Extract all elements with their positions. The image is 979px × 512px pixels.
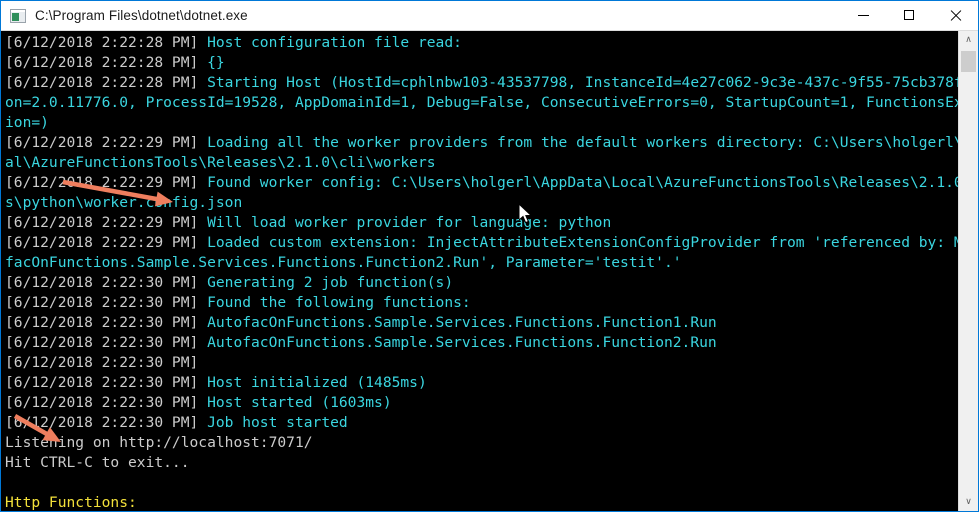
log-message: Loading all the worker providers from th… (207, 134, 958, 151)
maximize-button[interactable] (886, 1, 932, 30)
log-message: Host configuration file read: (207, 34, 462, 51)
log-message: Host initialized (1485ms) (207, 374, 427, 391)
title-bar: C:\Program Files\dotnet\dotnet.exe (1, 1, 978, 31)
console-line: [6/12/2018 2:22:29 PM] Loading all the w… (5, 133, 958, 153)
console-plain-text: Listening on http://localhost:7071/ (5, 434, 313, 451)
log-message: Found worker config: C:\Users\holgerl\Ap… (207, 174, 958, 191)
log-message: Job host started (207, 414, 348, 431)
log-timestamp: [6/12/2018 2:22:30 PM] (5, 314, 208, 331)
console-line-list: [6/12/2018 2:22:28 PM] Host configuratio… (5, 33, 958, 511)
log-timestamp: [6/12/2018 2:22:29 PM] (5, 234, 208, 251)
log-message: al\AzureFunctionsTools\Releases\2.1.0\cl… (5, 154, 436, 171)
log-timestamp: [6/12/2018 2:22:30 PM] (5, 274, 208, 291)
log-timestamp: [6/12/2018 2:22:30 PM] (5, 334, 208, 351)
log-message: Host started (1603ms) (207, 394, 392, 411)
console-line: [6/12/2018 2:22:30 PM] AutofacOnFunction… (5, 333, 958, 353)
scroll-up-icon[interactable]: ∧ (959, 31, 978, 49)
console-app-icon (10, 8, 26, 23)
console-line: [6/12/2018 2:22:29 PM] Will load worker … (5, 213, 958, 233)
log-message: on=2.0.11776.0, ProcessId=19528, AppDoma… (5, 94, 958, 111)
console-output-area[interactable]: [6/12/2018 2:22:28 PM] Host configuratio… (1, 31, 958, 511)
maximize-icon (903, 10, 915, 21)
console-line: [6/12/2018 2:22:30 PM] Host started (160… (5, 393, 958, 413)
close-icon (950, 10, 961, 21)
log-timestamp: [6/12/2018 2:22:28 PM] (5, 74, 208, 91)
console-line: Hit CTRL-C to exit... (5, 453, 958, 473)
console-line: Http Functions: (5, 493, 958, 511)
log-message: Starting Host (HostId=cphlnbw103-4353779… (207, 74, 958, 91)
console-line: [6/12/2018 2:22:28 PM] {} (5, 53, 958, 73)
console-line: s\python\worker.config.json (5, 193, 958, 213)
console-line: [6/12/2018 2:22:30 PM] Found the followi… (5, 293, 958, 313)
console-window: C:\Program Files\dotnet\dotnet.exe [6/12… (0, 0, 979, 512)
minimize-button[interactable] (840, 1, 886, 30)
console-line: Listening on http://localhost:7071/ (5, 433, 958, 453)
log-message: AutofacOnFunctions.Sample.Services.Funct… (207, 314, 717, 331)
log-timestamp: [6/12/2018 2:22:29 PM] (5, 214, 208, 231)
console-line: [6/12/2018 2:22:30 PM] (5, 353, 958, 373)
window-controls (840, 1, 978, 30)
console-line: [6/12/2018 2:22:29 PM] Loaded custom ext… (5, 233, 958, 253)
console-plain-text: Hit CTRL-C to exit... (5, 454, 190, 471)
console-line: [6/12/2018 2:22:28 PM] Host configuratio… (5, 33, 958, 53)
console-line: [6/12/2018 2:22:29 PM] Found worker conf… (5, 173, 958, 193)
log-message: {} (207, 54, 225, 71)
minimize-icon (857, 10, 869, 21)
window-title: C:\Program Files\dotnet\dotnet.exe (35, 8, 248, 23)
log-message: Found the following functions: (207, 294, 471, 311)
log-timestamp: [6/12/2018 2:22:28 PM] (5, 34, 208, 51)
log-timestamp: [6/12/2018 2:22:29 PM] (5, 174, 208, 191)
scroll-down-icon[interactable]: ∨ (959, 493, 978, 511)
log-timestamp: [6/12/2018 2:22:30 PM] (5, 374, 208, 391)
vertical-scrollbar[interactable]: ∧ ∨ (958, 31, 978, 511)
console-line: [6/12/2018 2:22:30 PM] Job host started (5, 413, 958, 433)
log-message: AutofacOnFunctions.Sample.Services.Funct… (207, 334, 717, 351)
console-line: [6/12/2018 2:22:28 PM] Starting Host (Ho… (5, 73, 958, 93)
log-timestamp: [6/12/2018 2:22:30 PM] (5, 354, 208, 371)
console-line: on=2.0.11776.0, ProcessId=19528, AppDoma… (5, 93, 958, 113)
close-button[interactable] (932, 1, 978, 30)
log-timestamp: [6/12/2018 2:22:29 PM] (5, 134, 208, 151)
log-message: Generating 2 job function(s) (207, 274, 454, 291)
log-message: Loaded custom extension: InjectAttribute… (207, 234, 958, 251)
console-line: [6/12/2018 2:22:30 PM] AutofacOnFunction… (5, 313, 958, 333)
log-timestamp: [6/12/2018 2:22:30 PM] (5, 294, 208, 311)
console-highlight-text: Http Functions: (5, 494, 137, 511)
log-message: facOnFunctions.Sample.Services.Functions… (5, 254, 682, 271)
log-timestamp: [6/12/2018 2:22:28 PM] (5, 54, 208, 71)
console-line: [6/12/2018 2:22:30 PM] Host initialized … (5, 373, 958, 393)
log-message: Will load worker provider for language: … (207, 214, 612, 231)
console-line: facOnFunctions.Sample.Services.Functions… (5, 253, 958, 273)
log-timestamp: [6/12/2018 2:22:30 PM] (5, 414, 208, 431)
log-message: ion=) (5, 114, 49, 131)
log-timestamp: [6/12/2018 2:22:30 PM] (5, 394, 208, 411)
console-line: ion=) (5, 113, 958, 133)
scrollbar-thumb[interactable] (961, 51, 976, 72)
console-line: [6/12/2018 2:22:30 PM] Generating 2 job … (5, 273, 958, 293)
console-line: al\AzureFunctionsTools\Releases\2.1.0\cl… (5, 153, 958, 173)
log-message: s\python\worker.config.json (5, 194, 243, 211)
